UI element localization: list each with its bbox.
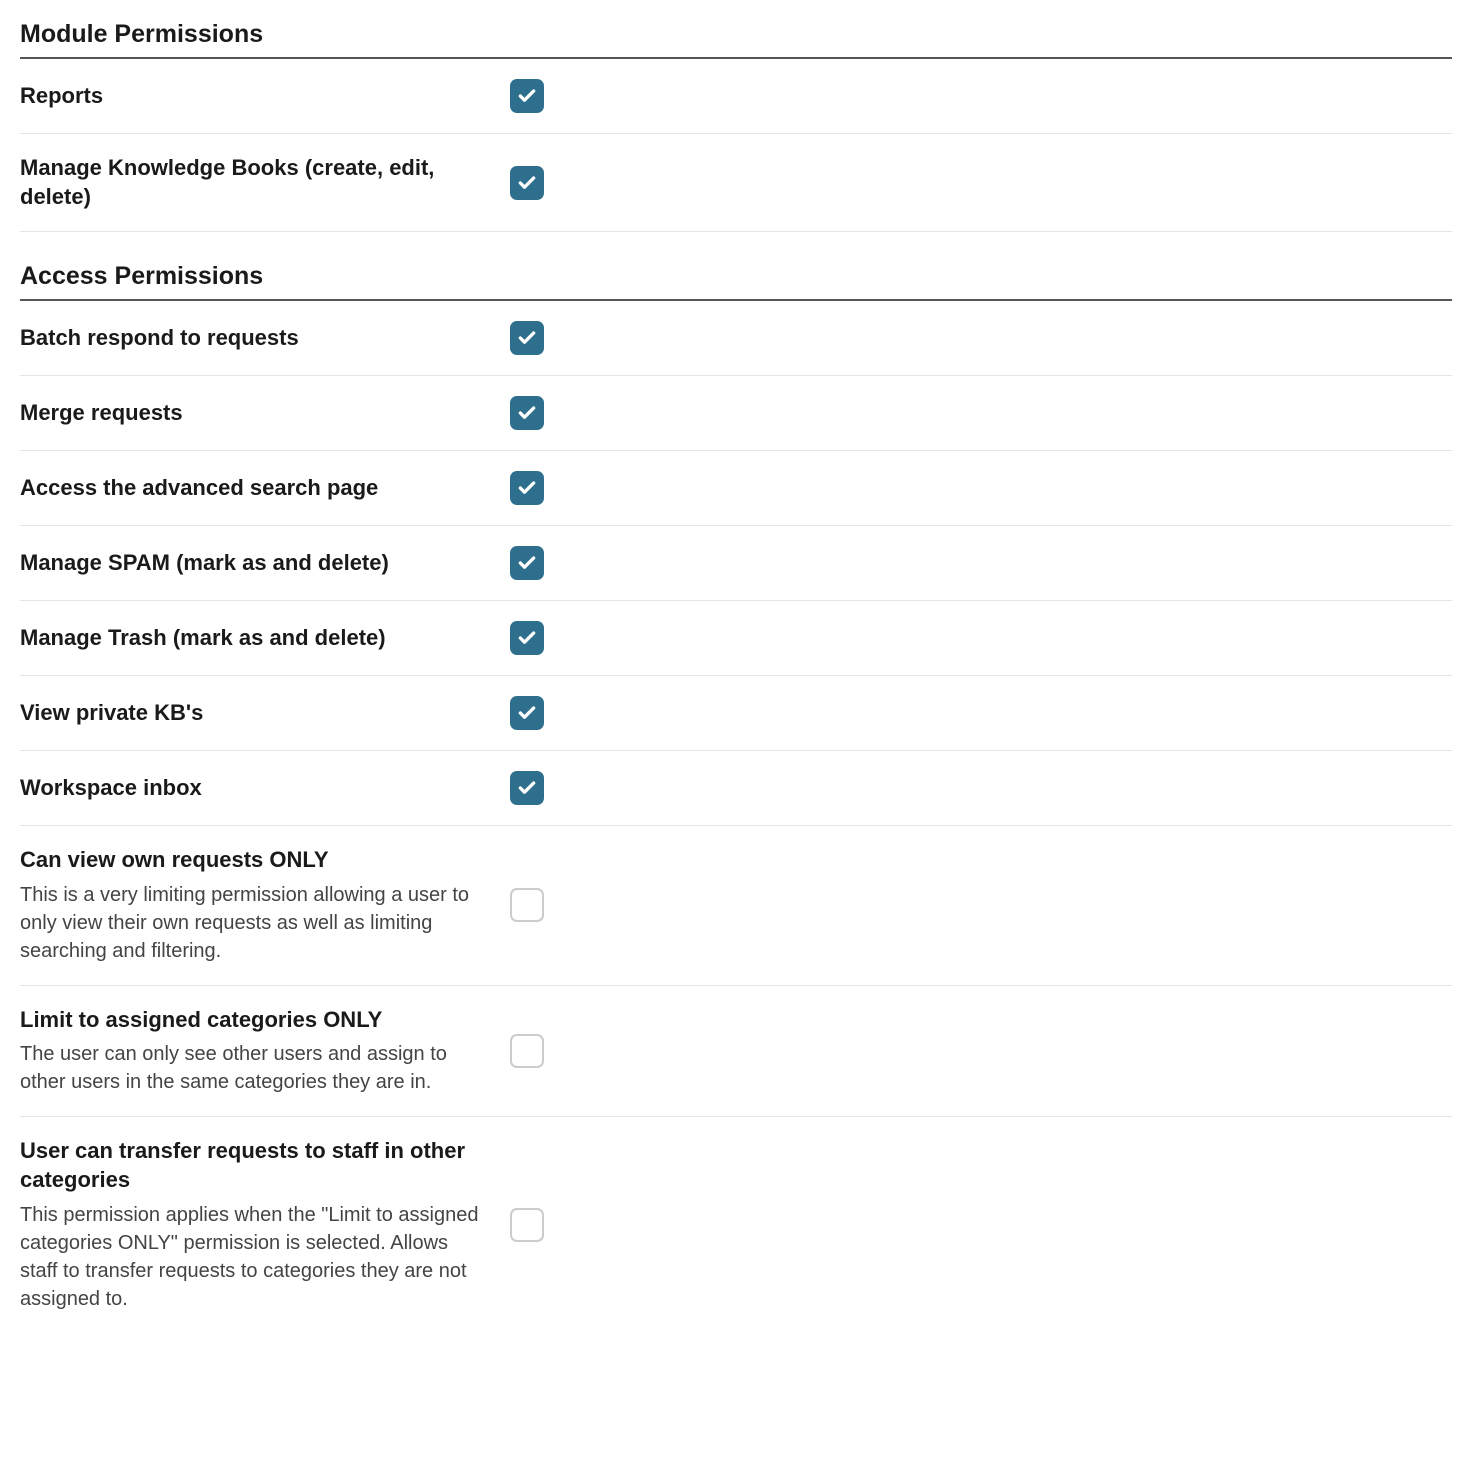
permission-label: Manage SPAM (mark as and delete) bbox=[20, 549, 490, 578]
permission-label: User can transfer requests to staff in o… bbox=[20, 1137, 490, 1194]
permission-label-wrap: Manage SPAM (mark as and delete) bbox=[20, 549, 510, 578]
permission-label: Limit to assigned categories ONLY bbox=[20, 1006, 490, 1035]
checkbox-manage-trash[interactable] bbox=[510, 621, 544, 655]
checkbox-manage-spam[interactable] bbox=[510, 546, 544, 580]
permission-label: Workspace inbox bbox=[20, 774, 490, 803]
permission-row: Limit to assigned categories ONLY The us… bbox=[20, 986, 1452, 1118]
section-header-module: Module Permissions bbox=[20, 20, 1452, 59]
permission-label-wrap: View private KB's bbox=[20, 699, 510, 728]
permission-control bbox=[510, 621, 544, 655]
permission-label-wrap: Workspace inbox bbox=[20, 774, 510, 803]
permission-label-wrap: Manage Knowledge Books (create, edit, de… bbox=[20, 154, 510, 211]
permission-label-wrap: Limit to assigned categories ONLY The us… bbox=[20, 1006, 510, 1097]
permission-control bbox=[510, 396, 544, 430]
checkbox-view-private-kb[interactable] bbox=[510, 696, 544, 730]
permission-label: Reports bbox=[20, 82, 490, 111]
permission-control bbox=[510, 888, 544, 922]
check-icon bbox=[517, 778, 537, 798]
permission-label: Merge requests bbox=[20, 399, 490, 428]
permission-row: Access the advanced search page bbox=[20, 451, 1452, 526]
permission-control bbox=[510, 771, 544, 805]
permission-row: Manage SPAM (mark as and delete) bbox=[20, 526, 1452, 601]
check-icon bbox=[517, 628, 537, 648]
permission-control bbox=[510, 471, 544, 505]
check-icon bbox=[517, 403, 537, 423]
permission-row: Workspace inbox bbox=[20, 751, 1452, 826]
checkbox-manage-kb[interactable] bbox=[510, 166, 544, 200]
permission-label: Batch respond to requests bbox=[20, 324, 490, 353]
check-icon bbox=[517, 86, 537, 106]
permission-label-wrap: Merge requests bbox=[20, 399, 510, 428]
permission-row: Can view own requests ONLY This is a ver… bbox=[20, 826, 1452, 986]
check-icon bbox=[517, 173, 537, 193]
permission-row: Merge requests bbox=[20, 376, 1452, 451]
checkbox-merge-requests[interactable] bbox=[510, 396, 544, 430]
checkbox-batch-respond[interactable] bbox=[510, 321, 544, 355]
check-icon bbox=[517, 478, 537, 498]
checkbox-view-own-only[interactable] bbox=[510, 888, 544, 922]
check-icon bbox=[517, 553, 537, 573]
permission-description: This is a very limiting permission allow… bbox=[20, 881, 490, 965]
checkbox-advanced-search[interactable] bbox=[510, 471, 544, 505]
permission-row: Manage Trash (mark as and delete) bbox=[20, 601, 1452, 676]
permission-label-wrap: Manage Trash (mark as and delete) bbox=[20, 624, 510, 653]
permission-control bbox=[510, 79, 544, 113]
permission-description: The user can only see other users and as… bbox=[20, 1040, 490, 1096]
check-icon bbox=[517, 703, 537, 723]
permission-label-wrap: User can transfer requests to staff in o… bbox=[20, 1137, 510, 1312]
permission-control bbox=[510, 1034, 544, 1068]
checkbox-reports[interactable] bbox=[510, 79, 544, 113]
permission-row: View private KB's bbox=[20, 676, 1452, 751]
section-header-access: Access Permissions bbox=[20, 262, 1452, 301]
permission-label-wrap: Batch respond to requests bbox=[20, 324, 510, 353]
permission-control bbox=[510, 166, 544, 200]
permission-label: Manage Trash (mark as and delete) bbox=[20, 624, 490, 653]
permission-label: Access the advanced search page bbox=[20, 474, 490, 503]
checkbox-limit-categories[interactable] bbox=[510, 1034, 544, 1068]
permission-label-wrap: Reports bbox=[20, 82, 510, 111]
check-icon bbox=[517, 328, 537, 348]
permission-description: This permission applies when the "Limit … bbox=[20, 1201, 490, 1313]
checkbox-workspace-inbox[interactable] bbox=[510, 771, 544, 805]
permission-control bbox=[510, 546, 544, 580]
checkbox-transfer-requests[interactable] bbox=[510, 1208, 544, 1242]
permission-control bbox=[510, 696, 544, 730]
permission-row: Manage Knowledge Books (create, edit, de… bbox=[20, 134, 1452, 232]
permissions-container: Module Permissions Reports Manage Knowle… bbox=[20, 20, 1452, 1333]
permission-label-wrap: Access the advanced search page bbox=[20, 474, 510, 503]
permission-row: Reports bbox=[20, 59, 1452, 134]
permission-label: Can view own requests ONLY bbox=[20, 846, 490, 875]
permission-label: View private KB's bbox=[20, 699, 490, 728]
permission-row: User can transfer requests to staff in o… bbox=[20, 1117, 1452, 1332]
permission-label: Manage Knowledge Books (create, edit, de… bbox=[20, 154, 490, 211]
permission-row: Batch respond to requests bbox=[20, 301, 1452, 376]
permission-control bbox=[510, 1208, 544, 1242]
permission-control bbox=[510, 321, 544, 355]
permission-label-wrap: Can view own requests ONLY This is a ver… bbox=[20, 846, 510, 965]
